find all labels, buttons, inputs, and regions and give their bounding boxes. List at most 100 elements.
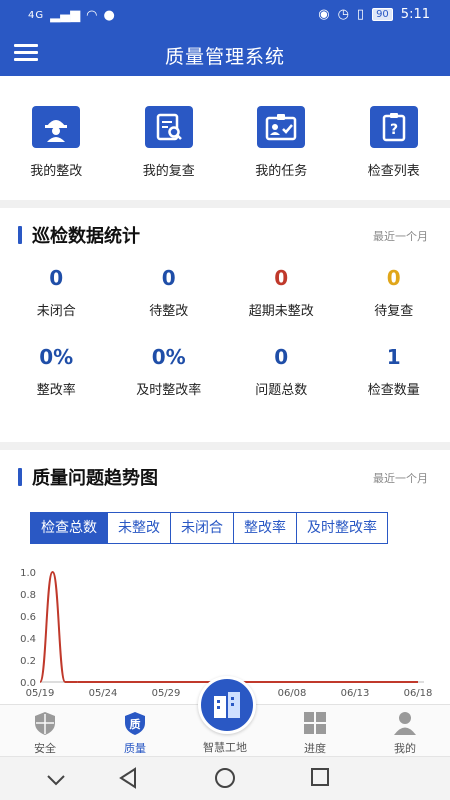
section-title: 巡检数据统计 xyxy=(32,226,140,247)
battery-indicator: 90 xyxy=(372,8,393,21)
nav-item-progress[interactable]: 进度 xyxy=(270,705,360,756)
stat-item[interactable]: 0% 整改率 xyxy=(0,345,113,398)
trend-card: 质量问题趋势图 最近一个月 检查总数 未整改 未闭合 整改率 及时整改率 0.0 0.2 0… xyxy=(0,450,450,704)
stat-label: 及时整改率 xyxy=(136,383,202,398)
y-tick-label: 1.0 xyxy=(20,568,36,579)
stat-label: 整改率 xyxy=(36,383,76,398)
message-icon: ● xyxy=(103,8,115,23)
clock: 5:11 xyxy=(400,7,430,22)
metric-tabs: 检查总数 未整改 未闭合 整改率 及时整改率 xyxy=(30,512,388,544)
y-tick-label: 0.6 xyxy=(20,612,36,623)
user-icon xyxy=(392,710,418,736)
eye-icon: ◉ xyxy=(318,7,330,22)
quick-action-my-review[interactable]: 我的复查 xyxy=(113,76,226,200)
status-right: ◉ ◷ ▯ 90 5:11 xyxy=(318,7,430,22)
stat-value: 0 xyxy=(386,266,401,290)
recent-apps-icon[interactable] xyxy=(310,767,330,791)
metric-tab[interactable]: 及时整改率 xyxy=(297,513,387,543)
document-search-icon xyxy=(144,106,193,148)
section-marker xyxy=(18,226,22,244)
signal-icon: ▂▄▆ xyxy=(50,8,81,23)
quick-action-label: 检查列表 xyxy=(367,164,420,179)
stat-item[interactable]: 0 问题总数 xyxy=(225,345,338,398)
y-tick-label: 0.4 xyxy=(20,634,36,645)
card-header: 巡检数据统计 最近一个月 xyxy=(0,208,450,260)
x-tick-label: 06/13 xyxy=(341,688,370,699)
nav-label: 进度 xyxy=(304,742,326,755)
id-badge-check-icon xyxy=(257,106,306,148)
status-left: 4G ▂▄▆ ◠ ● xyxy=(28,8,115,23)
x-tick-label: 06/18 xyxy=(404,688,433,699)
back-icon[interactable] xyxy=(118,767,138,793)
grid-icon xyxy=(302,710,328,736)
quick-action-label: 我的整改 xyxy=(30,164,83,179)
stat-value: 0 xyxy=(274,345,289,369)
app-header: 质量管理系统 xyxy=(0,32,450,76)
clipboard-question-icon: ? xyxy=(369,106,418,148)
stat-item[interactable]: 1 检查数量 xyxy=(338,345,450,398)
stat-value: 1 xyxy=(386,345,401,369)
card-header: 质量问题趋势图 最近一个月 xyxy=(0,450,450,502)
nav-label: 安全 xyxy=(34,742,56,755)
quick-action-check-list[interactable]: ? 检查列表 xyxy=(338,76,450,200)
wifi-icon: ◠ xyxy=(86,8,98,23)
metric-tab[interactable]: 检查总数 xyxy=(31,513,108,543)
nav-label: 我的 xyxy=(394,742,416,755)
metric-tab[interactable]: 未闭合 xyxy=(171,513,234,543)
metric-tab[interactable]: 整改率 xyxy=(234,513,297,543)
section-marker xyxy=(18,468,22,486)
stat-label: 待复查 xyxy=(374,304,414,319)
period-label: 最近一个月 xyxy=(373,230,428,243)
stat-value: 0% xyxy=(39,345,74,369)
y-tick-label: 0.2 xyxy=(20,656,36,667)
network-indicator: 4G xyxy=(28,10,45,21)
alarm-icon: ◷ xyxy=(337,7,349,22)
stat-item[interactable]: 0% 及时整改率 xyxy=(113,345,226,398)
stat-label: 超期未整改 xyxy=(248,304,314,319)
chevron-down-icon[interactable] xyxy=(46,771,66,790)
section-title: 质量问题趋势图 xyxy=(32,468,158,489)
stat-label: 未闭合 xyxy=(36,304,76,319)
stat-item[interactable]: 0 未闭合 xyxy=(0,266,113,319)
inspection-stats-card: 巡检数据统计 最近一个月 0 未闭合 0 待整改 0 超期未整改 0 待复查 0% 整改率 0% 及时… xyxy=(0,208,450,442)
stat-item[interactable]: 0 超期未整改 xyxy=(225,266,338,319)
quick-action-label: 我的任务 xyxy=(255,164,308,179)
nav-label: 质量 xyxy=(124,742,146,755)
stat-item[interactable]: 0 待复查 xyxy=(338,266,450,319)
period-label: 最近一个月 xyxy=(373,472,428,485)
building-icon xyxy=(214,692,240,718)
stat-label: 问题总数 xyxy=(255,383,308,398)
system-nav-bar xyxy=(0,756,450,800)
shield-icon xyxy=(32,710,58,736)
series-line xyxy=(39,570,78,683)
stat-label: 检查数量 xyxy=(367,383,420,398)
quick-actions: 我的整改 我的复查 我的任务 ? 检查列表 xyxy=(0,76,450,200)
stats-grid: 0 未闭合 0 待整改 0 超期未整改 0 待复查 0% 整改率 0% 及时整改率 0 问题总数 1 检查数量 xyxy=(0,266,450,398)
vibrate-icon: ▯ xyxy=(356,7,365,22)
nav-label: 智慧工地 xyxy=(203,741,247,754)
metric-tab[interactable]: 未整改 xyxy=(108,513,171,543)
nav-item-quality[interactable]: 质 质量 xyxy=(90,705,180,756)
stat-value: 0 xyxy=(274,266,289,290)
nav-item-safety[interactable]: 安全 xyxy=(0,705,90,756)
x-tick-label: 05/29 xyxy=(152,688,181,699)
page-title: 质量管理系统 xyxy=(164,46,285,68)
quick-action-my-rectification[interactable]: 我的整改 xyxy=(0,76,113,200)
nav-item-mine[interactable]: 我的 xyxy=(360,705,450,756)
quality-badge-text: 质 xyxy=(130,717,141,731)
stat-value: 0% xyxy=(151,345,186,369)
home-icon[interactable] xyxy=(214,767,236,793)
smart-site-button[interactable] xyxy=(198,676,256,734)
stat-value: 0 xyxy=(49,266,64,290)
x-tick-label: 06/08 xyxy=(278,688,307,699)
worker-helmet-icon xyxy=(32,106,81,148)
quick-action-my-tasks[interactable]: 我的任务 xyxy=(225,76,338,200)
quick-action-label: 我的复查 xyxy=(142,164,195,179)
svg-text:?: ? xyxy=(390,122,398,138)
x-tick-label: 05/24 xyxy=(89,688,118,699)
stat-item[interactable]: 0 待整改 xyxy=(113,266,226,319)
y-tick-label: 0.8 xyxy=(20,590,36,601)
stat-label: 待整改 xyxy=(149,304,189,319)
stat-value: 0 xyxy=(161,266,176,290)
status-bar: 4G ▂▄▆ ◠ ● ◉ ◷ ▯ 90 5:11 xyxy=(0,0,450,32)
